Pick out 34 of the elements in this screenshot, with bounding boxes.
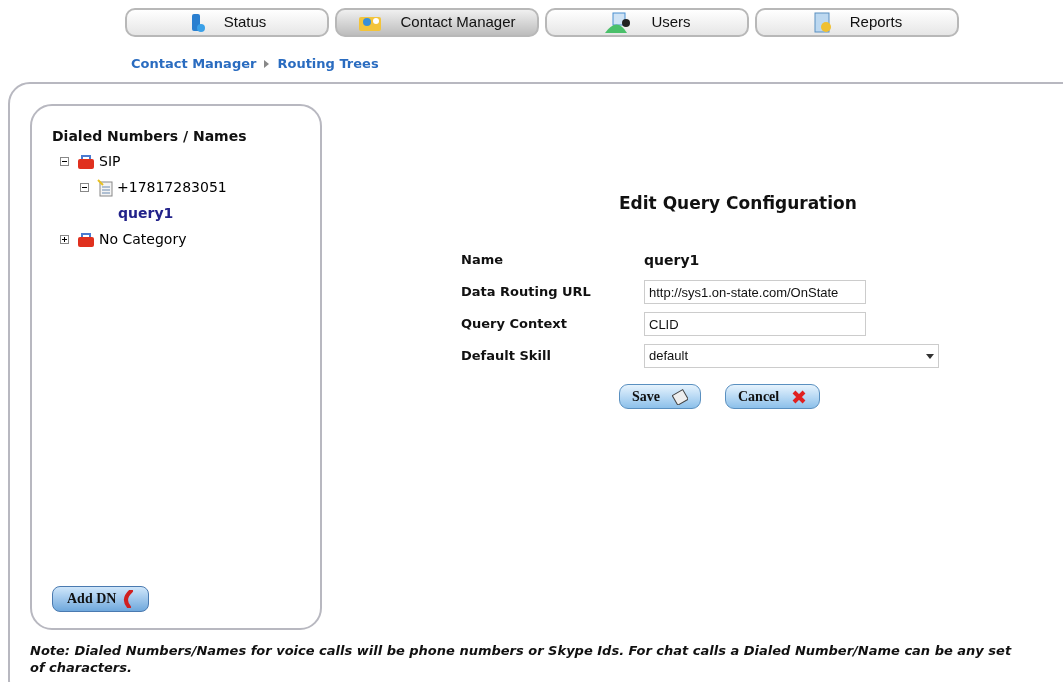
collapse-toggle[interactable] xyxy=(60,157,69,166)
field-label: Query Context xyxy=(461,315,568,334)
tree-item[interactable]: SIP xyxy=(99,151,121,172)
tree-title: Dialed Numbers / Names xyxy=(52,126,248,146)
field-label: Data Routing URL xyxy=(461,283,592,302)
tree-item[interactable]: query1 xyxy=(118,203,174,224)
collapse-toggle[interactable] xyxy=(80,183,89,192)
cross-icon xyxy=(791,388,808,405)
toolbox-icon xyxy=(77,153,95,170)
name-value: query1 xyxy=(644,250,700,270)
toolbox-icon xyxy=(77,231,95,248)
breadcrumb-link[interactable]: Routing Trees xyxy=(277,54,379,74)
chevron-icon xyxy=(264,59,270,68)
nav-tab[interactable]: Status xyxy=(125,8,329,37)
text-field[interactable]: CLID xyxy=(644,312,866,336)
field-label: Name xyxy=(461,251,504,270)
add-dn-button[interactable]: Add DN xyxy=(52,585,150,612)
dropdown-arrow-icon xyxy=(926,353,934,359)
note-text: Note: Dialed Numbers/Names for voice calls will be phone numbers or Skype Ids. For chat calls a Dialed Number/Name can be any set of characters. xyxy=(30,641,1013,676)
save-button[interactable]: Save xyxy=(619,384,701,409)
breadcrumb-link[interactable]: Contact Manager xyxy=(131,54,257,74)
form-title: Edit Query Configuration xyxy=(619,191,858,215)
nav-tab[interactable]: Users xyxy=(545,8,749,37)
skill-dropdown[interactable]: default xyxy=(644,344,939,368)
nav-tab[interactable]: Reports xyxy=(755,8,959,37)
cancel-button[interactable]: Cancel xyxy=(725,384,821,409)
nav-tab[interactable]: Contact Manager xyxy=(335,8,539,37)
field-label: Default Skill xyxy=(461,347,552,366)
notepad-icon xyxy=(97,178,113,197)
tree-item[interactable]: No Category xyxy=(99,229,187,250)
tree-item[interactable]: +17817283051 xyxy=(117,177,227,198)
text-field[interactable]: http://sys1.on-state.com/OnState xyxy=(644,280,866,304)
reports-icon xyxy=(811,11,834,34)
expand-toggle[interactable] xyxy=(60,235,69,244)
